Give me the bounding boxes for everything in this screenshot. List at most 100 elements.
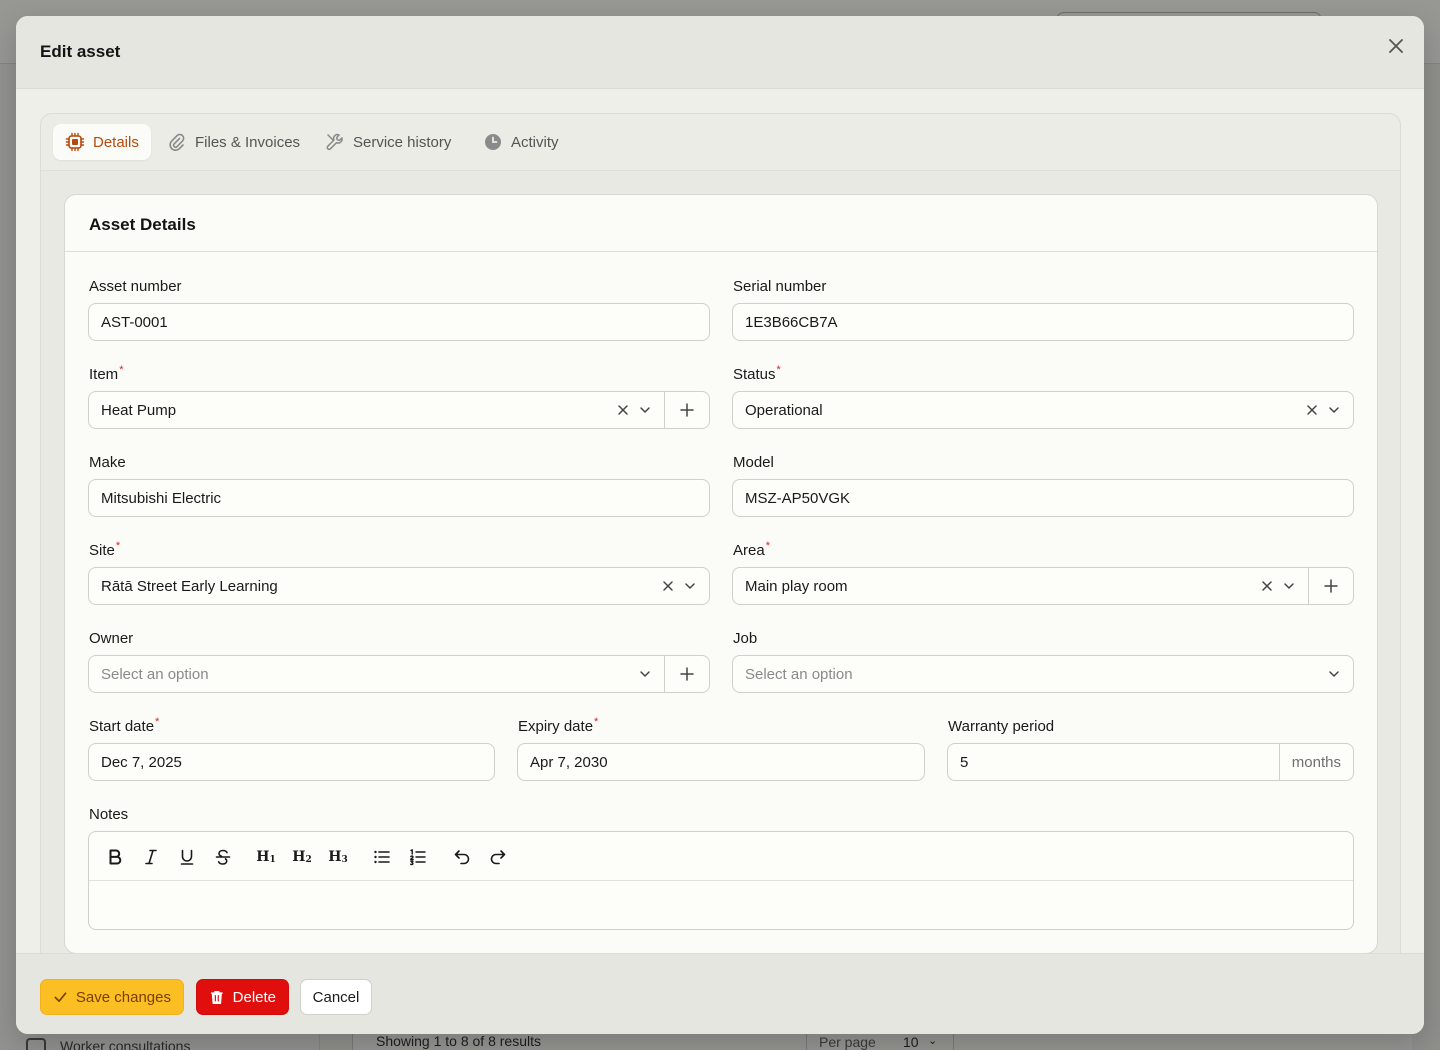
- close-icon: [1389, 39, 1403, 53]
- plus-icon: [680, 667, 694, 681]
- bold-icon: [109, 849, 122, 865]
- clear-icon[interactable]: [612, 399, 634, 421]
- expiry-date-input[interactable]: Apr 7, 2030: [517, 743, 925, 781]
- edit-asset-modal: Edit asset Details Files & Invoices Serv…: [16, 16, 1424, 1034]
- job-select[interactable]: Select an option: [732, 655, 1354, 693]
- site-label: Site*: [89, 540, 121, 559]
- model-label: Model: [733, 454, 774, 471]
- chip-icon: [65, 132, 85, 152]
- chevron-down-icon[interactable]: [1323, 663, 1345, 685]
- chevron-down-icon[interactable]: [1323, 399, 1345, 421]
- tab-bar: Details Files & Invoices Service history: [41, 114, 1400, 171]
- notes-label: Notes: [89, 806, 129, 823]
- chevron-down-icon[interactable]: [634, 663, 656, 685]
- modal-header: Edit asset: [16, 16, 1424, 89]
- add-owner-button[interactable]: [664, 656, 709, 692]
- warranty-period-label: Warranty period: [948, 718, 1055, 735]
- chevron-down-icon[interactable]: [679, 575, 701, 597]
- ordered-list-button[interactable]: [405, 844, 431, 870]
- item-value: Heat Pump: [101, 401, 177, 419]
- expiry-date-label: Expiry date*: [518, 716, 599, 735]
- area-select[interactable]: Main play room: [732, 567, 1354, 605]
- area-label: Area*: [733, 540, 770, 559]
- heading-1-icon: H1: [256, 849, 276, 865]
- plus-icon: [1324, 579, 1338, 593]
- add-item-button[interactable]: [664, 392, 709, 428]
- status-select[interactable]: Operational: [732, 391, 1354, 429]
- item-select[interactable]: Heat Pump: [88, 391, 710, 429]
- heading-1-button[interactable]: H1: [253, 844, 279, 870]
- background-per-page-label: Per page: [819, 1034, 876, 1050]
- asset-number-value: AST-0001: [101, 313, 168, 331]
- status-value: Operational: [745, 401, 823, 419]
- italic-button[interactable]: [138, 844, 164, 870]
- tabs-container: Details Files & Invoices Service history: [40, 113, 1401, 953]
- redo-icon: [490, 850, 506, 865]
- chevron-down-icon: ⌄: [928, 1035, 938, 1047]
- serial-number-value: 1E3B66CB7A: [745, 313, 838, 331]
- warranty-period-input[interactable]: 5 months: [947, 743, 1354, 781]
- underline-button[interactable]: [174, 844, 200, 870]
- clear-icon[interactable]: [1301, 399, 1323, 421]
- start-date-label: Start date*: [89, 716, 160, 735]
- site-select[interactable]: Rātā Street Early Learning: [88, 567, 710, 605]
- tab-service-history[interactable]: Service history: [313, 124, 463, 160]
- cancel-button[interactable]: Cancel: [300, 979, 372, 1015]
- tab-files-invoices[interactable]: Files & Invoices: [155, 124, 312, 160]
- start-date-input[interactable]: Dec 7, 2025: [88, 743, 495, 781]
- site-value: Rātā Street Early Learning: [101, 577, 278, 595]
- tab-details[interactable]: Details: [53, 124, 151, 160]
- model-value: MSZ-AP50VGK: [745, 489, 851, 507]
- make-input[interactable]: Mitsubishi Electric: [88, 479, 710, 517]
- notes-textarea[interactable]: [89, 881, 1353, 929]
- close-button[interactable]: [1384, 34, 1408, 58]
- bold-button[interactable]: [102, 844, 128, 870]
- delete-button[interactable]: Delete: [196, 979, 289, 1015]
- chevron-down-icon[interactable]: [634, 399, 656, 421]
- serial-number-input[interactable]: 1E3B66CB7A: [732, 303, 1354, 341]
- strikethrough-button[interactable]: [210, 844, 236, 870]
- expiry-date-value: Apr 7, 2030: [530, 753, 608, 771]
- save-changes-label: Save changes: [75, 988, 171, 1006]
- redo-button[interactable]: [485, 844, 511, 870]
- modal-body: Details Files & Invoices Service history: [16, 89, 1424, 953]
- bullet-list-button[interactable]: [369, 844, 395, 870]
- save-changes-button[interactable]: Save changes: [40, 979, 184, 1015]
- tab-label: Activity: [511, 133, 559, 151]
- heading-3-button[interactable]: H3: [325, 844, 351, 870]
- make-value: Mitsubishi Electric: [101, 489, 222, 507]
- heading-3-icon: H3: [328, 849, 348, 865]
- section-title: Asset Details: [89, 215, 196, 234]
- required-marker: *: [115, 540, 121, 552]
- background-results-count: Showing 1 to 8 of 8 results: [376, 1033, 541, 1049]
- owner-placeholder: Select an option: [101, 665, 209, 683]
- owner-select[interactable]: Select an option: [88, 655, 710, 693]
- undo-icon: [454, 850, 470, 865]
- required-marker: *: [594, 716, 599, 728]
- clear-icon[interactable]: [1256, 575, 1278, 597]
- make-label: Make: [89, 454, 126, 471]
- required-marker: *: [119, 364, 124, 376]
- chevron-down-icon[interactable]: [1278, 575, 1300, 597]
- model-input[interactable]: MSZ-AP50VGK: [732, 479, 1354, 517]
- owner-label: Owner: [89, 630, 134, 647]
- tab-activity[interactable]: Activity: [471, 124, 571, 160]
- plus-icon: [680, 403, 694, 417]
- delete-label: Delete: [232, 988, 276, 1006]
- heading-2-button[interactable]: H2: [289, 844, 315, 870]
- area-value: Main play room: [745, 577, 848, 595]
- warranty-period-unit: months: [1278, 744, 1353, 780]
- asset-details-card: Asset Details Asset number AST-0001 Seri…: [64, 194, 1378, 953]
- clear-icon[interactable]: [657, 575, 679, 597]
- undo-button[interactable]: [449, 844, 475, 870]
- add-area-button[interactable]: [1308, 568, 1353, 604]
- ordered-list-icon: [410, 849, 426, 866]
- consultations-icon: [26, 1038, 46, 1050]
- warranty-period-value: 5: [960, 753, 969, 771]
- serial-number-label: Serial number: [733, 278, 827, 295]
- tab-label: Service history: [353, 133, 452, 151]
- italic-icon: [145, 849, 157, 865]
- asset-number-input[interactable]: AST-0001: [88, 303, 710, 341]
- paperclip-icon: [169, 133, 185, 152]
- notes-editor: H1 H2 H3: [88, 831, 1354, 930]
